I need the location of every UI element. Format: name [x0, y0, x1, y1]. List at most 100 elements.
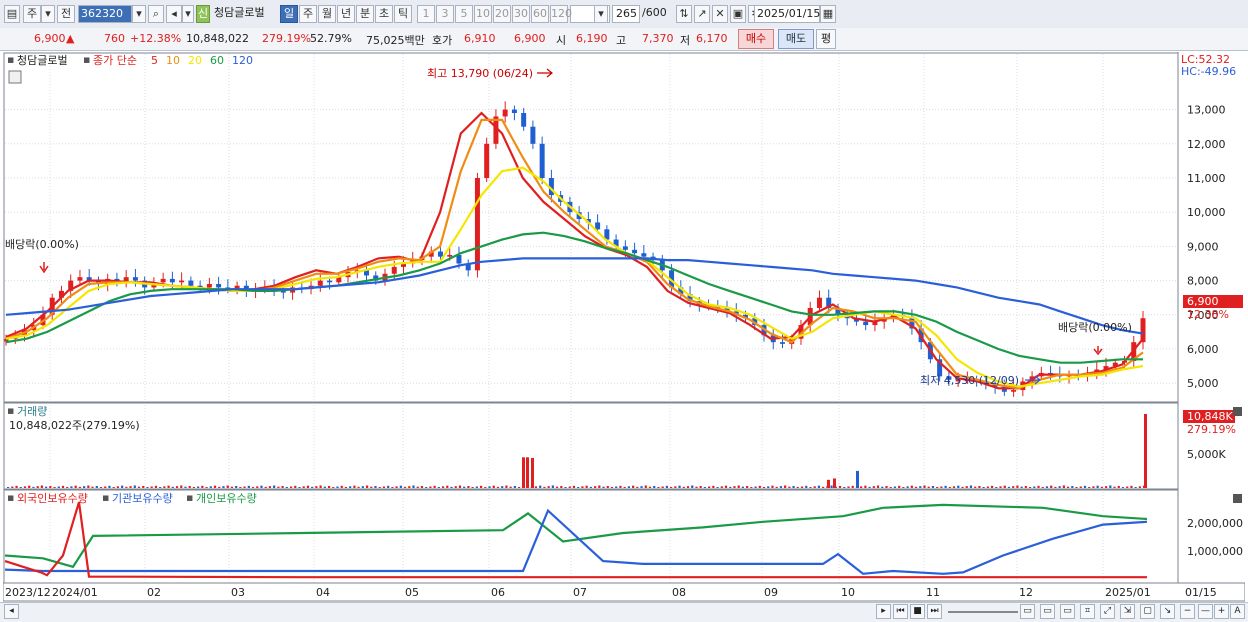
volume-bar — [864, 485, 867, 488]
volume-bar — [923, 485, 926, 488]
zoom-slider[interactable] — [948, 611, 1018, 613]
open-label: 시 — [556, 34, 567, 47]
market-dropdown-icon[interactable]: ▾ — [41, 5, 55, 23]
volume-bar — [188, 485, 191, 488]
volume-bar — [226, 485, 229, 488]
market-select[interactable]: 주 — [23, 5, 41, 23]
layout-3-icon[interactable]: ▭ — [1060, 604, 1075, 619]
period-tab-2[interactable]: 월 — [318, 5, 336, 23]
scroll-last-icon[interactable]: ⏭ — [927, 604, 942, 619]
scroll-right-icon[interactable]: ▸ — [876, 604, 891, 619]
stop-icon[interactable]: ■ — [910, 604, 925, 619]
minus-icon[interactable]: − — [1180, 604, 1195, 619]
volume-bar — [492, 485, 495, 488]
ma-legend-5: 5 — [151, 54, 158, 67]
stock-chart[interactable]: ▪ 청담글로벌 ▪ 종가 단순 5 10 20 60 120 LC:52.32 HC:-… — [3, 52, 1245, 602]
volume-bar — [678, 485, 681, 488]
volume-bar — [809, 487, 812, 488]
eval-button[interactable]: 평 — [816, 29, 836, 49]
plus-icon[interactable]: + — [1214, 604, 1229, 619]
volume-bar — [775, 486, 778, 488]
period-tab-5[interactable]: 초 — [375, 5, 393, 23]
volume-bar — [644, 485, 647, 488]
volume-bar — [23, 486, 27, 488]
quote-low: 6,170 — [696, 32, 728, 45]
layout-1-icon[interactable]: ▭ — [1020, 604, 1035, 619]
period-tab-3[interactable]: 년 — [337, 5, 355, 23]
volume-bar — [665, 485, 668, 488]
font-icon[interactable]: A — [1230, 604, 1245, 619]
candle-body — [474, 178, 480, 271]
minute-tab-1[interactable]: 1 — [417, 5, 435, 23]
minute-dropdown-icon[interactable]: ▾ — [594, 5, 608, 23]
x-label-5: 05 — [405, 586, 419, 599]
compare-icon[interactable]: ⇅ — [676, 5, 692, 23]
volume-bar — [990, 485, 994, 488]
volume-bar — [885, 485, 888, 488]
tool-icon[interactable]: ⌗ — [1080, 604, 1095, 619]
window-icon[interactable]: ▢ — [1140, 604, 1155, 619]
zoom-out-icon[interactable]: ↘ — [1160, 604, 1175, 619]
volume-bar — [484, 487, 487, 488]
minute-tab-120[interactable]: 120 — [550, 5, 572, 23]
volume-bar — [961, 486, 964, 488]
period-tab-1[interactable]: 주 — [299, 5, 317, 23]
volume-bar — [940, 486, 943, 488]
minute-tab-3[interactable]: 3 — [436, 5, 454, 23]
date-input[interactable]: 2025/01/15 — [754, 5, 820, 23]
volume-bar — [437, 487, 440, 488]
period-tab-0[interactable]: 일 — [280, 5, 298, 23]
calendar-icon[interactable]: ▦ — [820, 5, 836, 23]
layout-2-icon[interactable]: ▭ — [1040, 604, 1055, 619]
minute-tab-60[interactable]: 60 — [531, 5, 549, 23]
sell-button[interactable]: 매도 — [778, 29, 814, 49]
prev-button[interactable]: 전 — [57, 5, 75, 23]
volume-bar — [471, 487, 474, 488]
scroll-left-icon[interactable]: ◂ — [4, 604, 19, 619]
quote-volume: 10,848,022 — [186, 32, 249, 45]
volume-bar — [184, 486, 187, 488]
compress-icon[interactable]: ⇲ — [1120, 604, 1135, 619]
volume-y-tick: 5,000K — [1187, 448, 1226, 461]
grid-toggle-icon[interactable] — [8, 70, 22, 84]
period-tab-4[interactable]: 분 — [356, 5, 374, 23]
volume-bar — [95, 485, 98, 488]
volume-close-icon[interactable] — [1233, 407, 1242, 416]
x-label-2: 02 — [147, 586, 161, 599]
quote-ask: 6,910 — [464, 32, 496, 45]
code-input[interactable]: 362320 — [78, 5, 132, 23]
cross-icon[interactable]: ✕ — [712, 5, 728, 23]
minute-tab-30[interactable]: 30 — [512, 5, 530, 23]
volume-bar — [691, 485, 694, 488]
speaker-icon[interactable]: ◂ — [166, 5, 182, 23]
volume-bar — [298, 487, 301, 488]
x-right-label: 01/15 — [1185, 586, 1217, 599]
period-tab-6[interactable]: 틱 — [394, 5, 412, 23]
save-icon[interactable]: ▣ — [730, 5, 746, 23]
minute-tab-20[interactable]: 20 — [493, 5, 511, 23]
y-tick-5: 8,000 — [1187, 275, 1219, 288]
scrollbar[interactable]: ◂ ▸ ⏮ ■ ⏭ ▭ ▭ ▭ ⌗ ⤢ ⇲ ▢ ↘ − — + A — [0, 602, 1248, 622]
scroll-first-icon[interactable]: ⏮ — [893, 604, 908, 619]
count-input[interactable]: 265 — [612, 5, 640, 23]
search-icon[interactable]: ⌕ — [148, 5, 164, 23]
minute-tab-10[interactable]: 10 — [474, 5, 492, 23]
volume-bar — [969, 485, 973, 488]
volume-bar — [433, 485, 436, 488]
volume-spike-bar — [827, 479, 830, 488]
chart-icon[interactable]: ↗ — [694, 5, 710, 23]
window-menu-icon[interactable]: ▤ — [4, 5, 20, 23]
volume-bar — [129, 486, 132, 488]
code-dropdown-icon[interactable]: ▾ — [132, 5, 146, 23]
volume-bar — [336, 486, 339, 488]
minute-tab-5[interactable]: 5 — [455, 5, 473, 23]
volume-bar — [513, 485, 516, 488]
buy-button[interactable]: 매수 — [738, 29, 774, 49]
holding-close-icon[interactable] — [1233, 494, 1242, 503]
volume-bar — [36, 486, 39, 488]
low-label: 저 — [680, 34, 691, 47]
volume-bar — [121, 485, 124, 488]
expand-icon[interactable]: ⤢ — [1100, 604, 1115, 619]
line-icon[interactable]: — — [1198, 604, 1213, 619]
speaker-dropdown-icon[interactable]: ▾ — [182, 5, 194, 23]
